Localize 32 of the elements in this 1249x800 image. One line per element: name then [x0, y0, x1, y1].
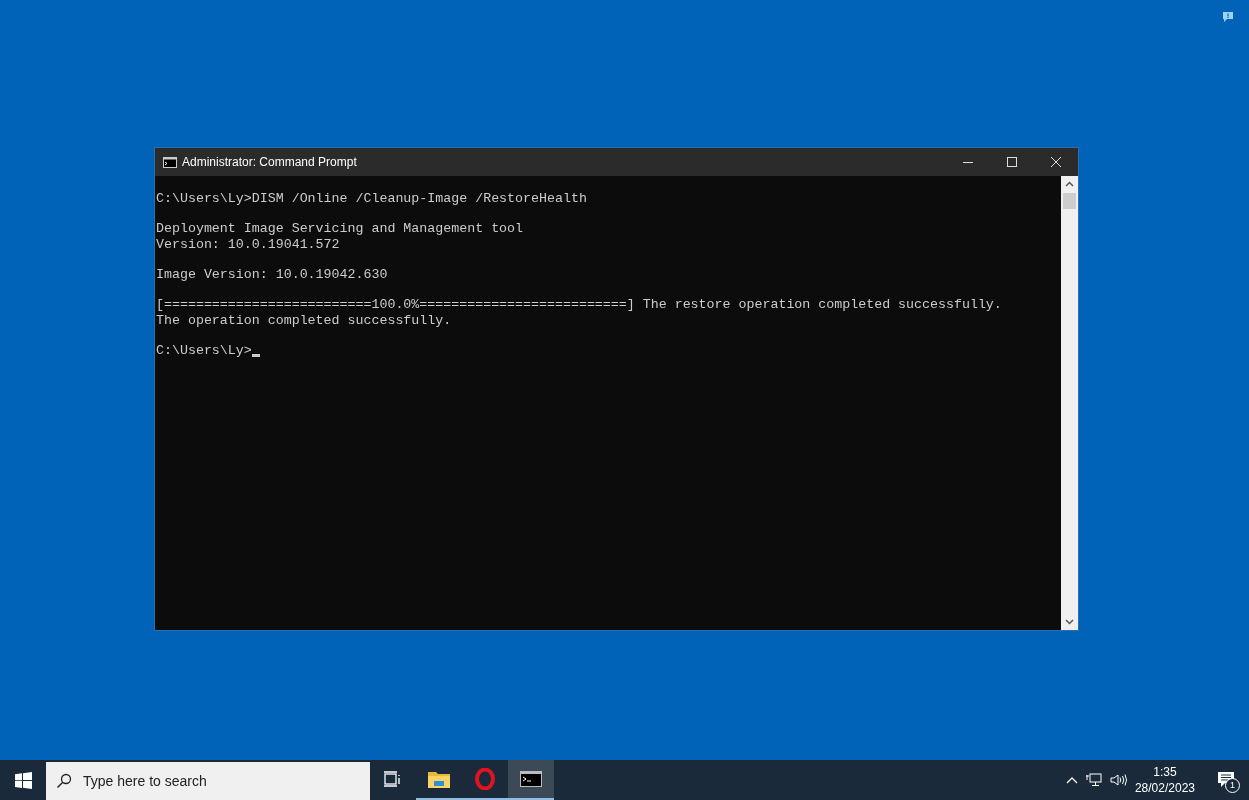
- console-line: [==========================100.0%==========================] The restore operation completed successfully.: [156, 297, 1002, 313]
- console-line: C:\Users\Ly>DISM /Online /Cleanup-Image /RestoreHealth: [156, 191, 587, 207]
- task-view-icon: [384, 771, 402, 787]
- clock-time: 1:35: [1153, 764, 1177, 780]
- clock[interactable]: 1:35 28/02/2023: [1134, 764, 1195, 796]
- console-line: Image Version: 10.0.19042.630: [156, 267, 388, 283]
- speaker-icon[interactable]: [1109, 773, 1127, 787]
- network-icon[interactable]: [1085, 773, 1102, 787]
- opera-icon: [475, 768, 495, 790]
- scroll-thumb[interactable]: [1063, 193, 1076, 209]
- terminal-icon: [520, 771, 542, 787]
- window-title: Administrator: Command Prompt: [182, 155, 357, 169]
- console-line: C:\Users\Ly>: [156, 342, 252, 359]
- text-cursor: [251, 354, 260, 358]
- search-field[interactable]: Type here to search: [46, 762, 370, 800]
- console-line: Version: 10.0.19041.572: [156, 236, 340, 252]
- console-line: The operation completed successfully.: [156, 312, 452, 328]
- close-icon: [1051, 157, 1061, 167]
- feedback-icon[interactable]: [1222, 11, 1234, 23]
- terminal-icon: [163, 156, 177, 168]
- folder-icon: [428, 770, 450, 788]
- search-icon: [56, 773, 72, 789]
- chevron-up-icon[interactable]: [1065, 776, 1078, 784]
- notification-count: 1: [1225, 778, 1240, 793]
- console-line: Deployment Image Servicing and Management tool: [156, 221, 524, 237]
- scroll-down-icon[interactable]: [1065, 619, 1074, 625]
- taskbar-app[interactable]: [508, 760, 554, 800]
- scroll-up-icon[interactable]: [1065, 181, 1074, 187]
- clock-date: 28/02/2023: [1134, 780, 1195, 796]
- maximize-icon: [1007, 157, 1017, 167]
- windows-logo-icon: [14, 771, 32, 789]
- scrollbar[interactable]: [1061, 176, 1078, 630]
